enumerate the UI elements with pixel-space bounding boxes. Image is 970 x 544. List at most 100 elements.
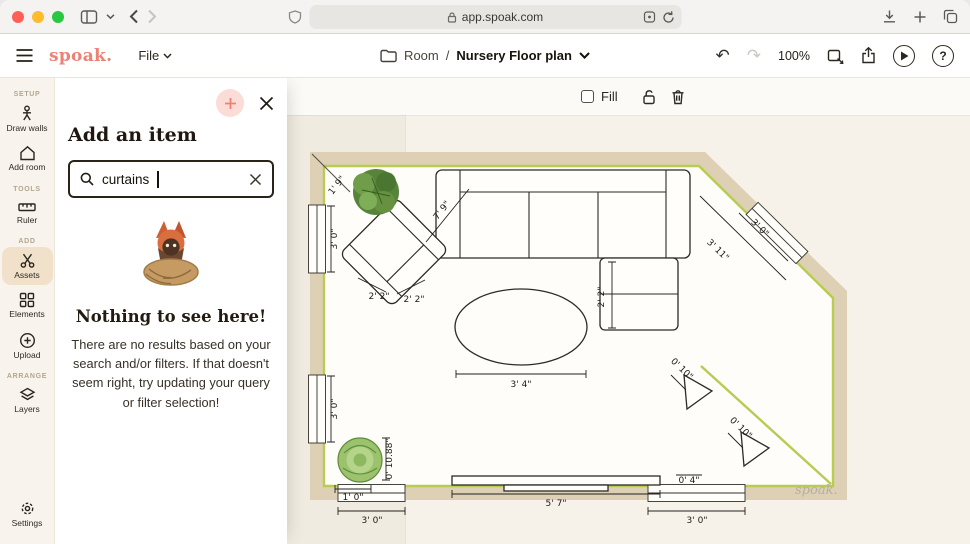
- empty-state-body: There are no results based on your searc…: [68, 335, 274, 412]
- lock-icon[interactable]: [642, 89, 656, 105]
- sidebar-item-add-room[interactable]: Add room: [2, 140, 53, 177]
- window[interactable]: [648, 485, 745, 502]
- dimension-label: 3' 0": [687, 516, 708, 526]
- tool-sidebar: SETUP Draw walls Add room TOOLS Ruler AD…: [0, 78, 55, 544]
- section-label-add: ADD: [18, 238, 35, 245]
- chevron-down-icon: [163, 53, 172, 59]
- empty-state-illustration: [123, 214, 219, 290]
- sidebar-item-draw-walls[interactable]: Draw walls: [2, 100, 53, 138]
- forward-button[interactable]: [147, 9, 157, 24]
- floor-plan[interactable]: 1' 9"7' 9"3' 0"3' 0"3' 11"3' 0"2' 2"2' 2…: [287, 78, 970, 544]
- dimension-label: 2' 2": [597, 287, 607, 308]
- extension-icon[interactable]: [644, 11, 656, 23]
- close-icon: [259, 96, 274, 111]
- search-value: curtains: [102, 172, 149, 187]
- zoom-window-button[interactable]: [52, 11, 64, 23]
- breadcrumb-room[interactable]: Room: [404, 48, 439, 63]
- close-icon: [249, 173, 262, 186]
- design-canvas[interactable]: 1' 9"7' 9"3' 0"3' 0"3' 11"3' 0"2' 2"2' 2…: [287, 78, 970, 544]
- file-menu[interactable]: File: [138, 48, 172, 63]
- dimension-label: 2' 2": [404, 295, 425, 305]
- new-tab-icon[interactable]: [913, 10, 927, 24]
- oval-table[interactable]: [455, 289, 587, 365]
- close-window-button[interactable]: [12, 11, 24, 23]
- section-label-tools: TOOLS: [13, 186, 40, 193]
- sidebar-item-label: Upload: [14, 351, 41, 360]
- sidebar-toggle-icon[interactable]: [80, 9, 98, 25]
- window[interactable]: [309, 205, 326, 273]
- person-icon: [19, 105, 35, 122]
- chevron-down-icon[interactable]: [106, 13, 115, 20]
- sidebar-item-label: Ruler: [17, 216, 37, 225]
- canvas-toolbar: Fill: [581, 86, 685, 107]
- search-input[interactable]: curtains: [68, 160, 274, 198]
- add-item-panel: Add an item curtains Nothing t: [55, 78, 287, 544]
- folder-icon: [380, 49, 397, 63]
- plan-watermark: spoak.: [795, 483, 838, 498]
- dimension-label: 2' 2": [369, 292, 390, 302]
- sidebar-item-label: Settings: [12, 519, 43, 528]
- empty-state: Nothing to see here! There are no result…: [68, 214, 274, 412]
- fill-label: Fill: [601, 89, 618, 104]
- dimension-label: 3' 0": [330, 229, 340, 250]
- zoom-level[interactable]: 100%: [778, 49, 810, 63]
- text-caret: [157, 171, 159, 188]
- sidebar-item-assets[interactable]: Assets: [2, 247, 53, 285]
- redo-button[interactable]: ↷: [747, 47, 761, 64]
- plant[interactable]: [353, 169, 399, 215]
- section-label-setup: SETUP: [14, 91, 41, 98]
- fill-checkbox[interactable]: [581, 90, 594, 103]
- house-icon: [19, 145, 36, 161]
- help-button[interactable]: ?: [932, 45, 954, 67]
- address-bar[interactable]: app.spoak.com: [310, 5, 682, 29]
- panel-title: Add an item: [68, 124, 274, 146]
- play-button[interactable]: [893, 45, 915, 67]
- window[interactable]: [309, 375, 326, 443]
- grid-icon: [19, 292, 35, 308]
- trash-icon[interactable]: [671, 89, 685, 105]
- back-button[interactable]: [129, 9, 139, 24]
- clear-search-button[interactable]: [249, 173, 262, 186]
- dimension-label: 1' 0": [343, 493, 364, 503]
- sidebar-item-label: Assets: [14, 271, 40, 280]
- plus-circle-icon: [19, 332, 36, 349]
- sidebar-item-ruler[interactable]: Ruler: [2, 195, 53, 230]
- breadcrumb-separator: /: [446, 48, 450, 63]
- spoak-logo[interactable]: spoak.: [49, 46, 112, 66]
- downloads-icon[interactable]: [882, 9, 897, 24]
- share-icon[interactable]: [861, 47, 876, 64]
- close-panel-button[interactable]: [259, 96, 274, 111]
- minimize-window-button[interactable]: [32, 11, 44, 23]
- layers-icon: [19, 387, 36, 403]
- sidebar-item-settings[interactable]: Settings: [2, 495, 53, 533]
- dimension-label: 0' 10.88": [385, 439, 395, 480]
- dimension-label: 3' 4": [511, 380, 532, 390]
- sidebar-item-upload[interactable]: Upload: [2, 327, 53, 365]
- add-item-button[interactable]: [216, 89, 244, 117]
- chevron-down-icon[interactable]: [579, 52, 590, 59]
- canvas-settings-icon[interactable]: [827, 48, 844, 64]
- url-text: app.spoak.com: [462, 10, 543, 24]
- reload-icon[interactable]: [663, 11, 675, 24]
- sidebar-item-label: Elements: [9, 310, 44, 319]
- sidebar-item-label: Add room: [9, 163, 46, 172]
- plus-icon: [224, 97, 237, 110]
- lock-icon: [448, 12, 457, 23]
- sidebar-item-label: Layers: [14, 405, 40, 414]
- dimension-label: 3' 0": [330, 399, 340, 420]
- undo-button[interactable]: ↶: [716, 47, 730, 64]
- window-controls: [12, 11, 64, 23]
- sidebar-item-elements[interactable]: Elements: [2, 287, 53, 324]
- tab-overview-icon[interactable]: [943, 9, 958, 24]
- app-header: spoak. File Room / Nursery Floor plan ↶ …: [0, 34, 970, 78]
- plant[interactable]: [338, 438, 382, 482]
- breadcrumb-current[interactable]: Nursery Floor plan: [456, 48, 572, 63]
- menu-icon[interactable]: [16, 49, 33, 62]
- scissors-icon: [19, 252, 36, 269]
- ruler-icon: [18, 200, 36, 214]
- dimension-label: 3' 0": [362, 516, 383, 526]
- sidebar-item-layers[interactable]: Layers: [2, 382, 53, 419]
- privacy-shield-icon[interactable]: [289, 10, 302, 24]
- breadcrumb[interactable]: Room / Nursery Floor plan: [380, 48, 590, 63]
- empty-state-heading: Nothing to see here!: [68, 307, 274, 326]
